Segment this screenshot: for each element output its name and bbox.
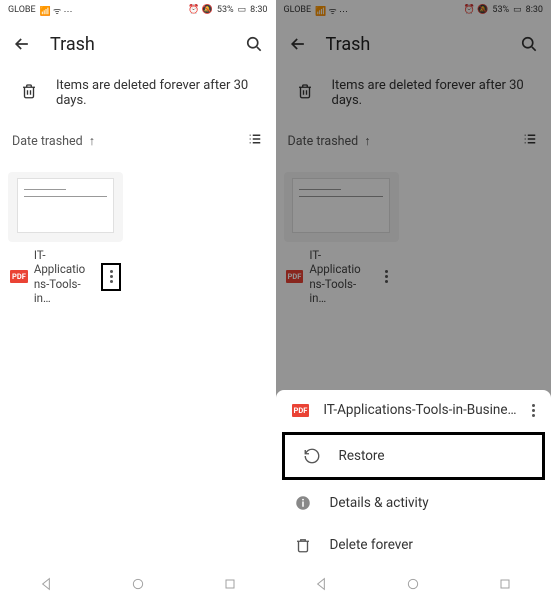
carrier-label: GLOBE bbox=[8, 5, 36, 15]
view-list-icon[interactable] bbox=[521, 130, 539, 152]
file-name: IT-Applicatio ns-Tools-in… bbox=[34, 248, 95, 306]
bottom-sheet: PDF IT-Applications-Tools-in-Business-… … bbox=[276, 390, 551, 572]
banner-text: Items are deleted forever after 30 days. bbox=[56, 78, 260, 108]
trash-icon bbox=[294, 536, 312, 554]
battery-icon: ▭ bbox=[513, 5, 522, 15]
carrier-label: GLOBE bbox=[284, 5, 312, 15]
trash-outline-icon bbox=[296, 82, 314, 104]
sort-bar: Date trashed ↑ bbox=[0, 122, 276, 160]
info-icon bbox=[294, 494, 312, 512]
page-title: Trash bbox=[326, 34, 502, 55]
battery-percent: 53% bbox=[492, 5, 509, 15]
info-banner: Items are deleted forever after 30 days. bbox=[276, 68, 551, 122]
search-icon[interactable] bbox=[519, 34, 539, 54]
pdf-badge-icon: PDF bbox=[292, 404, 310, 417]
menu-details-label: Details & activity bbox=[330, 495, 429, 511]
file-more-button[interactable] bbox=[101, 263, 121, 291]
sort-bar: Date trashed ↑ bbox=[276, 122, 551, 160]
clock: 8:30 bbox=[526, 5, 543, 15]
pane-context-menu: GLOBE 📶 ᯤ ⋯ ⏰ 🔕 53% ▭ 8:30 Trash Ite bbox=[276, 0, 551, 600]
status-network-icons: 📶 ᯤ ⋯ bbox=[315, 4, 348, 17]
battery-icon: ▭ bbox=[238, 5, 247, 15]
nav-back-icon[interactable] bbox=[38, 576, 54, 596]
search-icon[interactable] bbox=[244, 34, 264, 54]
restore-icon bbox=[303, 447, 321, 465]
pdf-badge-icon: PDF bbox=[10, 270, 28, 283]
info-banner: Items are deleted forever after 30 days. bbox=[0, 68, 276, 122]
status-alarm-dnd: ⏰ 🔕 bbox=[464, 5, 489, 15]
battery-percent: 53% bbox=[217, 5, 234, 15]
sheet-more-button[interactable] bbox=[532, 404, 535, 417]
menu-delete-label: Delete forever bbox=[330, 537, 414, 553]
nav-recent-icon[interactable] bbox=[497, 576, 513, 596]
kebab-icon bbox=[385, 270, 388, 283]
back-arrow-icon[interactable] bbox=[288, 34, 308, 54]
app-bar: Trash bbox=[276, 20, 551, 68]
trash-outline-icon bbox=[20, 82, 38, 104]
sort-label: Date trashed bbox=[288, 134, 359, 149]
status-bar: GLOBE 📶 ᯤ ⋯ ⏰ 🔕 53% ▭ 8:30 bbox=[276, 0, 551, 20]
status-network-icons: 📶 ᯤ ⋯ bbox=[40, 4, 73, 17]
file-card[interactable]: PDF IT-Applicatio ns-Tools-in… bbox=[8, 172, 123, 306]
system-navbar bbox=[0, 572, 276, 600]
sort-button[interactable]: Date trashed ↑ bbox=[12, 134, 95, 149]
file-thumbnail bbox=[284, 172, 399, 242]
nav-home-icon[interactable] bbox=[130, 576, 146, 596]
menu-restore[interactable]: Restore bbox=[282, 432, 546, 480]
menu-delete-forever[interactable]: Delete forever bbox=[276, 524, 551, 566]
page-title: Trash bbox=[50, 34, 226, 55]
file-thumbnail bbox=[8, 172, 123, 242]
sheet-filename: IT-Applications-Tools-in-Business-… bbox=[323, 402, 518, 418]
nav-back-icon[interactable] bbox=[313, 576, 329, 596]
kebab-icon bbox=[110, 270, 113, 283]
file-name: IT-Applicatio ns-Tools-in… bbox=[309, 248, 370, 306]
clock: 8:30 bbox=[250, 5, 267, 15]
menu-details[interactable]: Details & activity bbox=[276, 482, 551, 524]
kebab-icon bbox=[532, 404, 535, 417]
nav-home-icon[interactable] bbox=[405, 576, 421, 596]
pane-trash-list: GLOBE 📶 ᯤ ⋯ ⏰ 🔕 53% ▭ 8:30 Trash Items a… bbox=[0, 0, 276, 600]
back-arrow-icon[interactable] bbox=[12, 34, 32, 54]
sort-button[interactable]: Date trashed ↑ bbox=[288, 134, 371, 149]
view-list-icon[interactable] bbox=[246, 130, 264, 152]
sort-direction-icon: ↑ bbox=[89, 134, 95, 149]
app-bar: Trash bbox=[0, 20, 276, 68]
sort-direction-icon: ↑ bbox=[364, 134, 370, 149]
system-navbar bbox=[276, 572, 551, 600]
pdf-badge-icon: PDF bbox=[286, 270, 304, 283]
status-alarm-dnd: ⏰ 🔕 bbox=[188, 5, 213, 15]
file-more-button[interactable] bbox=[377, 270, 397, 283]
sheet-header: PDF IT-Applications-Tools-in-Business-… bbox=[276, 390, 551, 430]
menu-restore-label: Restore bbox=[339, 448, 385, 464]
sort-label: Date trashed bbox=[12, 134, 83, 149]
banner-text: Items are deleted forever after 30 days. bbox=[332, 78, 536, 108]
file-card[interactable]: PDF IT-Applicatio ns-Tools-in… bbox=[284, 172, 399, 306]
status-bar: GLOBE 📶 ᯤ ⋯ ⏰ 🔕 53% ▭ 8:30 bbox=[0, 0, 276, 20]
nav-recent-icon[interactable] bbox=[222, 576, 238, 596]
